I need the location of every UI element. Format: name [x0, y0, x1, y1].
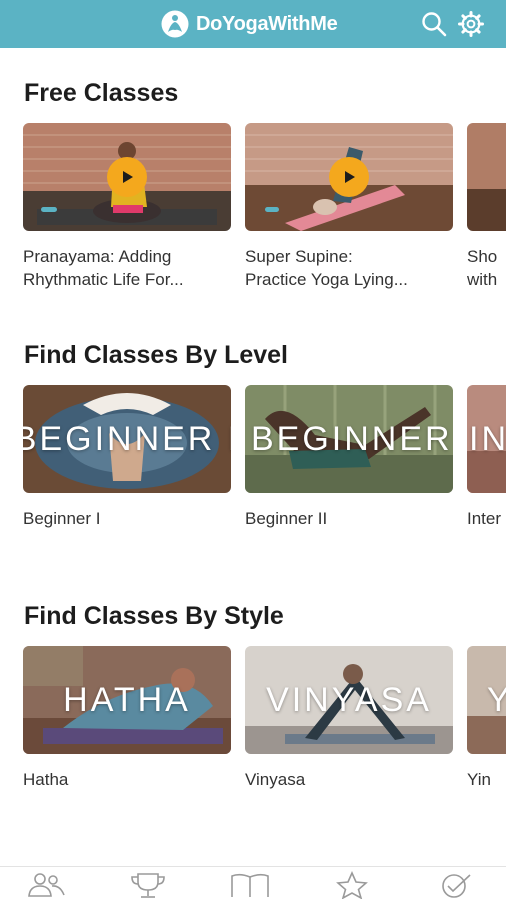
brand[interactable]: DoYogaWithMe	[160, 8, 338, 40]
card-title: Super Supine: Practice Yoga Lying...	[245, 245, 455, 291]
card-title: Vinyasa	[245, 770, 306, 789]
card-title: Inter	[467, 509, 502, 528]
section-title: Find Classes By Level	[24, 341, 289, 369]
play-icon	[345, 171, 355, 183]
class-card[interactable]: Super Supine: Practice Yoga Lying...	[245, 123, 455, 291]
level-overlay-label: INT	[469, 419, 506, 458]
progress-bar	[41, 207, 57, 212]
level-overlay-label: BEGINNER II	[251, 419, 453, 458]
card-row[interactable]: HATHA Hatha VINYASA Vinyasa Y Yin	[0, 646, 506, 846]
play-button[interactable]	[329, 157, 369, 197]
card-title: Sho with	[467, 245, 506, 291]
level-card[interactable]: BEGINNER I Beginner I	[23, 385, 233, 530]
tab-completed[interactable]	[436, 871, 480, 899]
trophy-icon	[131, 873, 165, 898]
level-thumbnail[interactable]: BEGINNER II	[245, 385, 453, 493]
style-thumbnail[interactable]: Y	[467, 646, 506, 754]
app-header: DoYogaWithMe	[0, 0, 506, 48]
card-title-line: Practice Yoga Lying...	[245, 270, 408, 289]
card-title: Yin	[467, 770, 491, 789]
bottom-tab-bar	[0, 866, 506, 900]
section-title: Find Classes By Style	[24, 602, 284, 630]
style-overlay-label: VINYASA	[266, 680, 432, 719]
card-title-line: Super Supine:	[245, 247, 353, 266]
gear-icon[interactable]	[457, 10, 485, 38]
play-button[interactable]	[107, 157, 147, 197]
card-title-line: with	[467, 270, 498, 289]
progress-bar	[265, 207, 279, 212]
level-card[interactable]: INT Inter	[467, 385, 506, 530]
style-overlay-label: Y	[487, 680, 506, 719]
play-icon	[123, 171, 133, 183]
level-card[interactable]: BEGINNER II Beginner II	[245, 385, 455, 530]
style-thumbnail[interactable]: VINYASA	[245, 646, 453, 754]
card-title-line: Sho	[467, 247, 498, 266]
level-overlay-label: BEGINNER I	[23, 419, 231, 458]
card-title: Beginner II	[245, 509, 328, 528]
lotus-logo-icon	[161, 10, 189, 38]
star-icon	[336, 871, 368, 899]
card-row[interactable]: Pranayama: Adding Rhythmatic Life For...	[0, 123, 506, 323]
section-title: Free Classes	[24, 79, 179, 107]
style-card[interactable]: HATHA Hatha	[23, 646, 233, 791]
level-thumbnail[interactable]: BEGINNER I	[23, 385, 231, 493]
card-title: Hatha	[23, 770, 69, 789]
card-row[interactable]: BEGINNER I Beginner I BEGINNER II Begin	[0, 385, 506, 585]
level-thumbnail[interactable]: INT	[467, 385, 506, 493]
book-icon	[231, 873, 269, 897]
style-overlay-label: HATHA	[63, 680, 191, 719]
class-card[interactable]: Pranayama: Adding Rhythmatic Life For...	[23, 123, 233, 291]
app-name: DoYogaWithMe	[196, 12, 338, 35]
search-icon[interactable]	[420, 10, 448, 38]
class-thumbnail[interactable]	[23, 123, 231, 231]
card-title: Pranayama: Adding Rhythmatic Life For...	[23, 245, 233, 291]
style-card[interactable]: VINYASA Vinyasa	[245, 646, 455, 791]
tab-achievements[interactable]	[126, 871, 170, 899]
style-card[interactable]: Y Yin	[467, 646, 506, 791]
card-title-line: Pranayama: Adding	[23, 247, 172, 266]
style-thumbnail[interactable]: HATHA	[23, 646, 231, 754]
tab-community[interactable]	[26, 871, 70, 899]
class-thumbnail[interactable]	[467, 123, 506, 231]
tab-library[interactable]	[228, 871, 272, 899]
class-thumbnail[interactable]	[245, 123, 453, 231]
card-title: Beginner I	[23, 509, 101, 528]
card-title-line: Rhythmatic Life For...	[23, 270, 184, 289]
class-card[interactable]: Sho with	[467, 123, 506, 291]
tab-favorites[interactable]	[330, 871, 374, 899]
check-circle-icon	[442, 874, 471, 898]
community-icon	[28, 873, 65, 897]
